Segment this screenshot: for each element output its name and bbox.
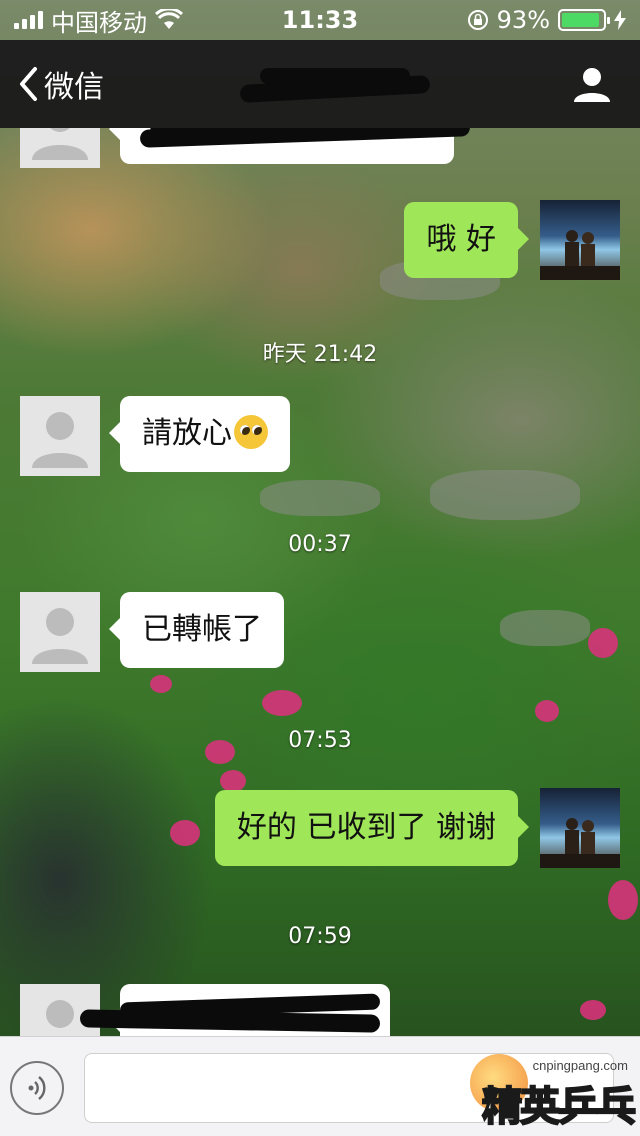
timestamp: 昨天 21:42 (262, 342, 378, 367)
timestamp: 07:59 (288, 924, 352, 949)
back-button[interactable]: 微信 (18, 62, 104, 106)
my-avatar[interactable] (540, 200, 620, 280)
default-person-icon (32, 608, 88, 664)
site-watermark-logo: cnpingpang.com 精英乒乓网 (470, 1050, 638, 1132)
charging-icon (614, 10, 626, 30)
message-text: 好的 已收到了 谢谢 (236, 810, 496, 845)
watermark-domain: cnpingpang.com (532, 1058, 628, 1073)
worried-face-emoji-icon (234, 415, 268, 449)
battery-percent: 93% (496, 6, 550, 34)
my-avatar[interactable] (540, 788, 620, 868)
wifi-icon (155, 9, 183, 29)
navigation-bar: 微信 (0, 40, 640, 128)
contact-avatar[interactable] (20, 592, 100, 672)
contact-avatar[interactable] (20, 396, 100, 476)
status-bar: 中国移动 11:33 93% (0, 0, 640, 40)
carrier-name: 中国移动 (51, 8, 147, 37)
message-text: 哦 好 (426, 222, 496, 257)
redaction-scribble (139, 128, 480, 164)
voice-button[interactable] (10, 1061, 64, 1115)
couple-photo-icon (540, 230, 620, 280)
timestamp: 07:53 (288, 728, 352, 753)
message-bubble[interactable]: 請放心 (109, 396, 290, 472)
watermark-brand: 精英乒乓网 (481, 1083, 637, 1131)
chevron-left-icon (20, 67, 37, 101)
voice-icon (28, 1076, 46, 1100)
signal-strength-icon (14, 11, 43, 29)
timestamp: 00:37 (288, 532, 352, 557)
message-bubble[interactable]: 已轉帳了 (109, 592, 284, 668)
contact-avatar[interactable] (20, 128, 100, 168)
battery-icon (558, 9, 610, 31)
message-bubble[interactable]: 好的 已收到了 谢谢 (214, 790, 530, 866)
rotation-lock-icon (467, 10, 488, 30)
back-label: 微信 (44, 70, 104, 105)
message-text: 已轉帳了 (142, 612, 262, 647)
message-list[interactable]: 哦 好 昨天 21:42 請放心 00:37 已轉帳了 07:53 好的 已收到… (0, 128, 640, 1036)
default-person-icon (32, 412, 88, 468)
message-bubble[interactable]: 哦 好 (404, 202, 529, 278)
message-text: 請放心 (142, 416, 232, 451)
default-person-icon (32, 128, 88, 160)
redaction-scribble (79, 993, 400, 1036)
chat-title-redacted (200, 66, 440, 103)
couple-photo-icon (540, 818, 620, 868)
chat-info-person-icon[interactable] (572, 64, 612, 104)
